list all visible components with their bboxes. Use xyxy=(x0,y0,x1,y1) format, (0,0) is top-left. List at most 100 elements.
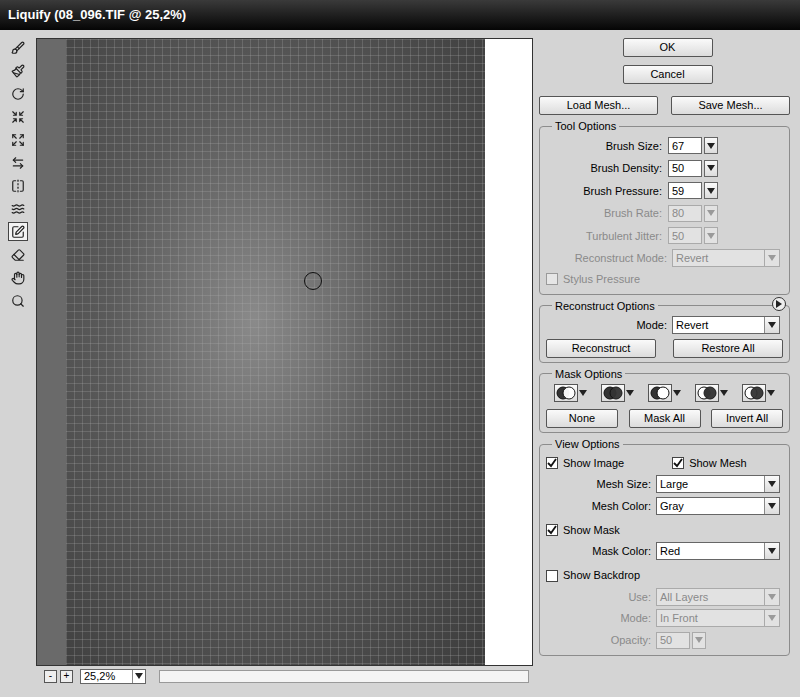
field-label: Brush Rate: xyxy=(546,205,668,222)
show-image-checkbox[interactable]: Show Image xyxy=(546,453,624,474)
tool-button[interactable] xyxy=(8,245,28,264)
zoom-dropdown[interactable]: 25,2% xyxy=(80,669,146,684)
dropdown-arrow-icon xyxy=(768,594,776,600)
tool-button[interactable] xyxy=(8,38,28,57)
mask-mode-button[interactable] xyxy=(554,384,587,402)
opacity-popup-button xyxy=(692,632,706,649)
slider-popup-button[interactable] xyxy=(704,137,718,154)
save-mesh-button[interactable]: Save Mesh... xyxy=(671,96,790,115)
mirror-tool-icon xyxy=(11,179,25,193)
dropdown-button xyxy=(764,250,779,266)
tool-button[interactable] xyxy=(8,61,28,80)
mask-mode-button[interactable] xyxy=(695,384,728,402)
number-input[interactable]: 59 xyxy=(668,182,702,199)
tool-button[interactable] xyxy=(8,176,28,195)
tool-button[interactable] xyxy=(8,84,28,103)
checkbox-box[interactable] xyxy=(672,457,684,469)
tool-button[interactable] xyxy=(8,268,28,287)
show-mask-checkbox[interactable]: Show Mask xyxy=(546,520,783,541)
dropdown[interactable]: Revert xyxy=(672,316,780,334)
dropdown-arrow-icon xyxy=(768,615,776,621)
mesh-color-row: Mesh Color:Gray xyxy=(546,495,783,517)
ok-button[interactable]: OK xyxy=(623,38,713,57)
tool-button[interactable] xyxy=(8,222,28,241)
dropdown-arrow-icon xyxy=(707,233,715,239)
zoom-in-button[interactable]: + xyxy=(60,670,73,683)
reconstruct-menu-button[interactable] xyxy=(772,297,786,311)
mask-action-button[interactable]: None xyxy=(546,409,618,428)
dropdown-button xyxy=(764,543,779,559)
mask-action-button[interactable]: Mask All xyxy=(629,409,701,428)
check-icon xyxy=(673,458,683,468)
title-bar[interactable]: Liquify (08_096.TIF @ 25,2%) xyxy=(0,0,800,30)
field-label: Brush Pressure: xyxy=(546,183,668,200)
reconstruct-action-button[interactable]: Reconstruct xyxy=(546,339,656,358)
dropdown[interactable]: Red xyxy=(656,542,780,560)
checkbox-box[interactable] xyxy=(546,524,558,536)
checkbox-box[interactable] xyxy=(546,570,558,582)
tool-button[interactable] xyxy=(8,107,28,126)
twirl-tool-icon xyxy=(11,87,25,101)
reconstruct-action-button[interactable]: Restore All xyxy=(673,339,783,358)
group-title: Reconstruct Options xyxy=(552,298,658,315)
field-label: Mesh Color: xyxy=(546,498,656,515)
dropdown-arrow-icon xyxy=(135,673,143,679)
tool-button[interactable] xyxy=(8,130,28,149)
number-input[interactable]: 50 xyxy=(668,160,702,177)
photo[interactable] xyxy=(66,39,485,665)
checkbox-box[interactable] xyxy=(546,457,558,469)
dropdown[interactable]: Large xyxy=(656,475,780,493)
mask-mode-box[interactable] xyxy=(648,384,672,402)
dropdown-button xyxy=(764,610,779,626)
zoom-dropdown-button xyxy=(132,670,145,683)
mask-mode-box[interactable] xyxy=(554,384,578,402)
field-label: Reconstruct Mode: xyxy=(546,250,672,267)
field-label: Mesh Size: xyxy=(546,476,656,493)
number-field-row: Brush Rate:80 xyxy=(546,202,783,225)
canvas-margin xyxy=(37,39,66,665)
mask-mode-button[interactable] xyxy=(601,384,634,402)
dropdown-button xyxy=(764,317,779,333)
mask-options-group: Mask OptionsNoneMask AllInvert All xyxy=(539,366,790,434)
preview-canvas[interactable] xyxy=(36,38,533,666)
zoom-tool-icon xyxy=(11,294,25,308)
stylus-pressure-checkbox: Stylus Pressure xyxy=(546,269,783,290)
brush-cursor xyxy=(304,272,322,290)
tool-button[interactable] xyxy=(8,153,28,172)
dropdown-value: Revert xyxy=(673,317,764,334)
slider-popup-button[interactable] xyxy=(704,160,718,177)
mesh-buttons: Load Mesh... Save Mesh... xyxy=(539,96,790,115)
opacity-row: Opacity:50 xyxy=(546,629,783,651)
mask-mode-box[interactable] xyxy=(742,384,766,402)
horizontal-scrollbar[interactable] xyxy=(159,670,529,683)
dropdown-arrow-icon xyxy=(768,481,776,487)
zoom-out-button[interactable]: - xyxy=(44,670,57,683)
checkbox-label: Show Mask xyxy=(563,522,620,539)
number-input: 50 xyxy=(668,227,702,244)
dropdown-arrow-icon xyxy=(707,188,715,194)
dropdown[interactable]: Gray xyxy=(656,497,780,515)
mask-mode-box[interactable] xyxy=(695,384,719,402)
check-icon xyxy=(547,525,557,535)
dropdown: Revert xyxy=(672,249,780,267)
check-icon xyxy=(547,458,557,468)
cancel-button[interactable]: Cancel xyxy=(623,65,713,84)
checkbox-label: Show Backdrop xyxy=(563,567,640,584)
field-label: Turbulent Jitter: xyxy=(546,228,668,245)
mask-mode-box[interactable] xyxy=(601,384,625,402)
mask-mode-button[interactable] xyxy=(742,384,775,402)
number-input[interactable]: 67 xyxy=(668,137,702,154)
mask-mode-button[interactable] xyxy=(648,384,681,402)
tool-button[interactable] xyxy=(8,291,28,310)
show-backdrop-checkbox[interactable]: Show Backdrop xyxy=(546,565,783,586)
dropdown-arrow-icon xyxy=(579,390,587,396)
liquify-window: Liquify (08_096.TIF @ 25,2%) -+25,2% OK Can… xyxy=(0,0,800,697)
slider-popup-button[interactable] xyxy=(704,182,718,199)
show-mesh-checkbox[interactable]: Show Mesh xyxy=(672,453,746,474)
mask-action-button[interactable]: Invert All xyxy=(711,409,783,428)
tool-button[interactable] xyxy=(8,199,28,218)
reconstruct-mode-select-row: Mode:Revert xyxy=(546,314,783,336)
number-field-row: Brush Density:50 xyxy=(546,157,783,180)
show-backdrop-wrap: Show Backdrop xyxy=(546,565,783,586)
load-mesh-button[interactable]: Load Mesh... xyxy=(539,96,658,115)
